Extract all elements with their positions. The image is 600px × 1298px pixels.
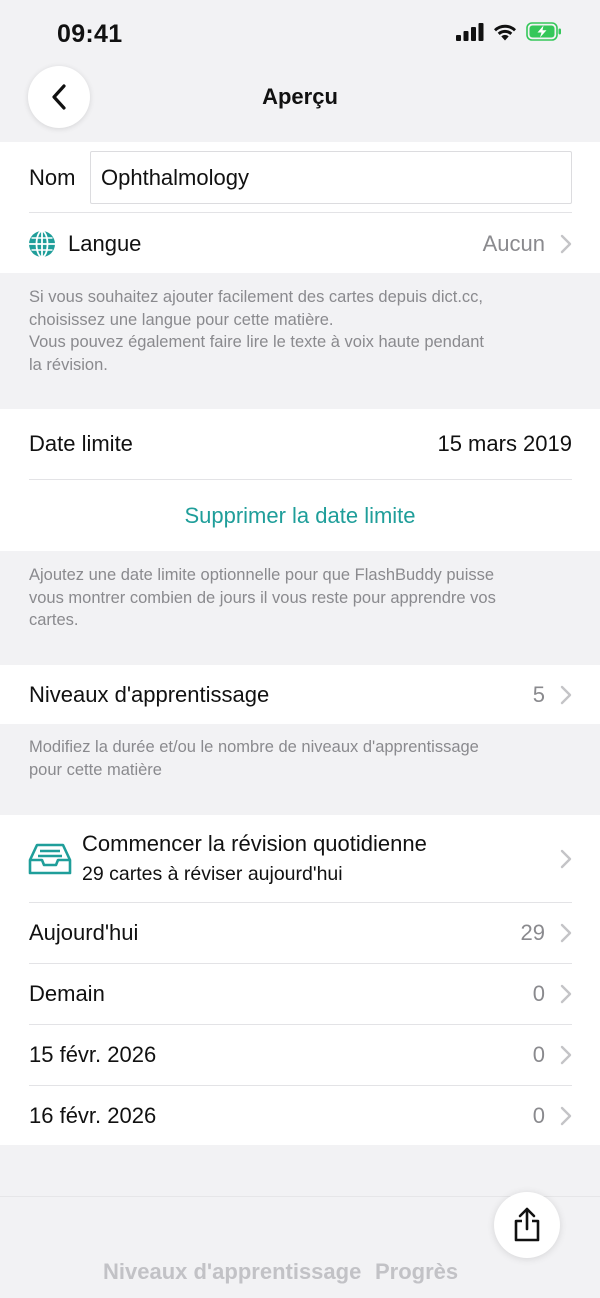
levels-section: Niveaux d'apprentissage 5 [0, 665, 600, 724]
share-button[interactable] [494, 1192, 560, 1258]
day-row-tomorrow[interactable]: Demain 0 [0, 964, 600, 1024]
remove-deadline-row[interactable]: Supprimer la date limite [0, 480, 600, 551]
chevron-right-icon [560, 234, 572, 253]
language-label: Langue [68, 230, 142, 256]
tab-progress[interactable]: Progrès [375, 1259, 458, 1285]
levels-label: Niveaux d'apprentissage [29, 681, 270, 707]
start-review-row[interactable]: Commencer la révision quotidienne 29 car… [0, 815, 600, 902]
navigation-bar: Aperçu [0, 66, 600, 142]
chevron-right-icon [560, 923, 572, 943]
status-time: 09:41 [57, 20, 123, 48]
chevron-right-icon [560, 1106, 572, 1126]
language-value: Aucun [482, 230, 545, 256]
chevron-right-icon [560, 685, 572, 704]
day-label: Demain [29, 981, 105, 1006]
deadline-section: Date limite 15 mars 2019 Supprimer la da… [0, 409, 600, 551]
chevron-right-icon [560, 849, 572, 868]
inbox-tray-icon [28, 843, 72, 875]
day-count: 0 [532, 981, 545, 1006]
cellular-signal-icon [456, 22, 484, 41]
levels-row[interactable]: Niveaux d'apprentissage 5 [0, 665, 600, 724]
day-label: Aujourd'hui [29, 920, 139, 945]
globe-icon [29, 229, 55, 258]
divider [29, 212, 572, 213]
status-icons [456, 22, 562, 41]
day-count: 0 [532, 1103, 545, 1128]
name-input[interactable] [90, 151, 572, 204]
day-count: 29 [520, 920, 545, 945]
levels-value: 5 [532, 681, 545, 707]
levels-footer: Modifiez la durée et/ou le nombre de niv… [29, 738, 479, 779]
deadline-row[interactable]: Date limite 15 mars 2019 [0, 409, 600, 479]
day-row-feb15[interactable]: 15 févr. 2026 0 [0, 1025, 600, 1085]
day-row-today[interactable]: Aujourd'hui 29 [0, 903, 600, 963]
day-count: 0 [532, 1042, 545, 1067]
language-row[interactable]: Langue Aucun [0, 214, 600, 273]
share-icon [514, 1207, 540, 1242]
name-label: Nom [29, 165, 76, 190]
chevron-right-icon [560, 984, 572, 1004]
deadline-label: Date limite [29, 431, 133, 456]
day-label: 16 févr. 2026 [29, 1103, 157, 1128]
chevron-right-icon [560, 1045, 572, 1065]
tab-levels[interactable]: Niveaux d'apprentissage [103, 1259, 361, 1285]
remove-deadline-button[interactable]: Supprimer la date limite [0, 503, 600, 529]
wifi-icon [494, 24, 516, 40]
start-review-subtitle: 29 cartes à réviser aujourd'hui [82, 863, 343, 885]
day-label: 15 févr. 2026 [29, 1042, 157, 1067]
day-row-feb16[interactable]: 16 févr. 2026 0 [0, 1086, 600, 1146]
status-bar: 09:41 [0, 0, 600, 66]
page-title: Aperçu [262, 84, 338, 109]
review-section: Commencer la révision quotidienne 29 car… [0, 815, 600, 1145]
deadline-footer: Ajoutez une date limite optionnelle pour… [29, 566, 496, 629]
battery-charging-icon [526, 22, 561, 41]
start-review-title: Commencer la révision quotidienne [82, 831, 427, 856]
name-language-section: Nom Langue Aucun [0, 142, 600, 273]
deadline-value: 15 mars 2019 [437, 431, 572, 456]
language-footer: Si vous souhaitez ajouter facilement des… [29, 288, 484, 374]
